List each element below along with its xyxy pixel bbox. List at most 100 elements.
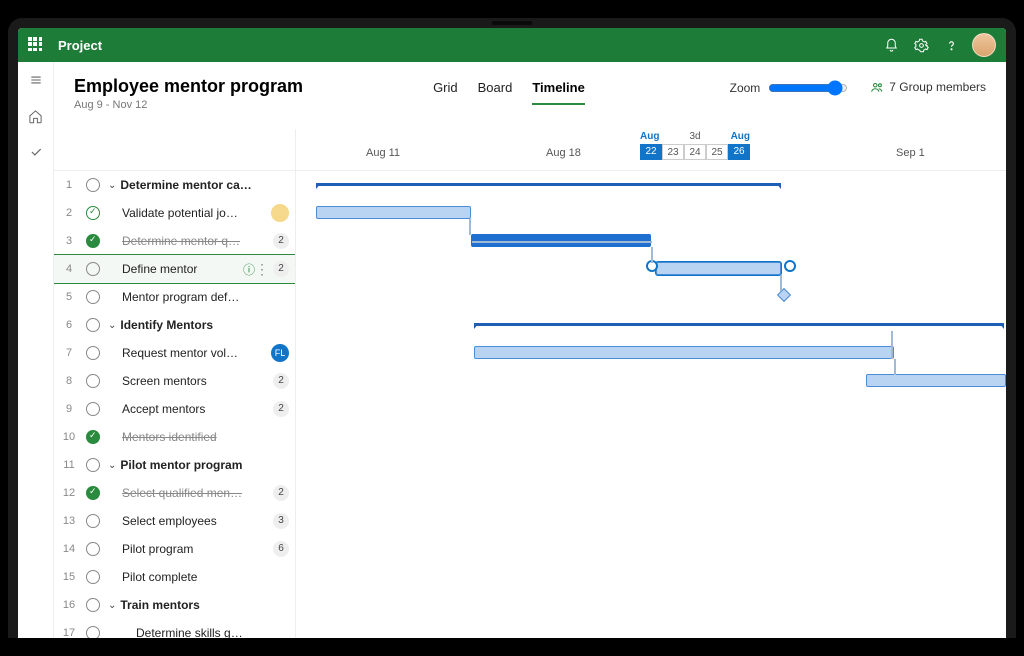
task-status-circle[interactable]	[86, 598, 100, 612]
chevron-down-icon[interactable]: ⌄	[108, 600, 116, 611]
task-row[interactable]: 7Request mentor vol…FL	[54, 339, 295, 367]
task-row[interactable]: 14 Pilot program6	[54, 535, 295, 563]
task-row[interactable]: 16 ⌄ Train mentors	[54, 591, 295, 619]
task-status-circle[interactable]	[86, 626, 100, 638]
task-row[interactable]: 6 ⌄ Identify Mentors	[54, 311, 295, 339]
home-icon[interactable]	[24, 104, 48, 128]
task-status-circle[interactable]	[86, 290, 100, 304]
row-number: 6	[60, 319, 78, 331]
task-name: Determine skills g…	[136, 626, 289, 638]
assignee-avatar[interactable]	[271, 204, 289, 222]
chevron-down-icon[interactable]: ⌄	[108, 180, 116, 191]
task-status-circle[interactable]	[86, 262, 100, 276]
task-row[interactable]: 15Pilot complete	[54, 563, 295, 591]
gear-icon[interactable]	[906, 30, 936, 60]
help-icon[interactable]	[936, 30, 966, 60]
gantt-bar[interactable]	[474, 323, 1004, 326]
count-badge: 3	[273, 513, 289, 529]
task-name: Mentor program def…	[122, 290, 289, 304]
task-status-circle[interactable]	[86, 346, 100, 360]
task-row[interactable]: 9Accept mentors2	[54, 395, 295, 423]
task-status-circle[interactable]	[86, 570, 100, 584]
task-name: Identify Mentors	[120, 318, 289, 332]
assignee-avatar[interactable]: FL	[271, 344, 289, 362]
bell-icon[interactable]	[876, 30, 906, 60]
task-row[interactable]: 5 Mentor program def…	[54, 283, 295, 311]
task-status-circle[interactable]	[86, 402, 100, 416]
row-number: 4	[60, 263, 78, 275]
task-row[interactable]: 8 Screen mentors2	[54, 367, 295, 395]
chevron-down-icon[interactable]: ⌄	[108, 320, 116, 331]
gantt-bar[interactable]	[316, 183, 781, 186]
date-aug18: Aug 18	[546, 147, 581, 159]
task-name: Determine mentor q…	[122, 234, 273, 248]
task-name: Pilot program	[122, 542, 273, 556]
chevron-down-icon[interactable]: ⌄	[108, 460, 116, 471]
task-row[interactable]: 13Select employees3	[54, 507, 295, 535]
more-icon[interactable]: ⋮	[255, 261, 269, 278]
task-row[interactable]: 4Define mentorⓘ⋮2	[54, 255, 295, 283]
task-status-circle[interactable]	[86, 430, 100, 444]
tab-timeline[interactable]: Timeline	[532, 80, 585, 105]
check-icon[interactable]	[24, 140, 48, 164]
gantt-bar[interactable]	[866, 374, 1006, 387]
task-status-circle[interactable]	[86, 206, 100, 220]
task-row[interactable]: 3 Determine mentor q…2	[54, 227, 295, 255]
task-status-circle[interactable]	[86, 458, 100, 472]
row-number: 8	[60, 375, 78, 387]
tab-board[interactable]: Board	[478, 80, 513, 105]
task-list: 1⌄Determine mentor ca…2Validate potentia…	[54, 171, 296, 638]
task-row[interactable]: 10 Mentors identified	[54, 423, 295, 451]
row-number: 2	[60, 207, 78, 219]
row-number: 16	[60, 599, 78, 611]
app-launcher-icon[interactable]	[28, 37, 44, 53]
date-range: Aug 9 - Nov 12	[74, 99, 303, 111]
row-number: 3	[60, 235, 78, 247]
date-sep1: Sep 1	[896, 147, 925, 159]
count-badge: 2	[273, 261, 289, 277]
task-name: Screen mentors	[122, 374, 273, 388]
group-members[interactable]: 7 Group members	[870, 80, 986, 94]
gantt-bar[interactable]	[474, 346, 894, 359]
row-number: 14	[60, 543, 78, 555]
task-name: Mentors identified	[122, 430, 289, 444]
gantt-bar[interactable]	[316, 206, 471, 219]
task-row[interactable]: 2 Validate potential jo…	[54, 199, 295, 227]
task-status-circle[interactable]	[86, 514, 100, 528]
menu-icon[interactable]	[24, 68, 48, 92]
count-badge: 2	[273, 233, 289, 249]
gantt-chart[interactable]	[296, 171, 1006, 638]
task-name: Validate potential jo…	[122, 206, 271, 220]
view-tabs: Grid Board Timeline	[433, 80, 585, 105]
row-number: 5	[60, 291, 78, 303]
task-status-circle[interactable]	[86, 234, 100, 248]
task-name: Request mentor vol…	[122, 346, 271, 360]
count-badge: 2	[273, 373, 289, 389]
row-number: 10	[60, 431, 78, 443]
zoom-slider[interactable]	[768, 80, 848, 96]
count-badge: 6	[273, 541, 289, 557]
row-number: 15	[60, 571, 78, 583]
task-row[interactable]: 12Select qualified men…2	[54, 479, 295, 507]
task-status-circle[interactable]	[86, 318, 100, 332]
date-range-selector[interactable]: Aug 3d Aug 22 23 24 25 26	[640, 131, 750, 160]
task-status-circle[interactable]	[86, 178, 100, 192]
task-name: Select qualified men…	[122, 486, 273, 500]
task-name: Determine mentor ca…	[120, 178, 289, 192]
info-icon[interactable]: ⓘ	[243, 261, 255, 278]
gantt-bar-selected[interactable]	[656, 262, 781, 275]
tab-grid[interactable]: Grid	[433, 80, 458, 105]
task-name: Pilot mentor program	[120, 458, 289, 472]
page-title: Employee mentor program	[74, 76, 303, 97]
task-status-circle[interactable]	[86, 542, 100, 556]
gantt-handle[interactable]	[784, 260, 796, 272]
task-status-circle[interactable]	[86, 486, 100, 500]
task-name: Train mentors	[120, 598, 289, 612]
task-row[interactable]: 1⌄Determine mentor ca…	[54, 171, 295, 199]
left-rail	[18, 62, 54, 638]
task-row[interactable]: 17Determine skills g…	[54, 619, 295, 638]
task-row[interactable]: 11⌄Pilot mentor program	[54, 451, 295, 479]
task-status-circle[interactable]	[86, 374, 100, 388]
user-avatar[interactable]	[972, 33, 996, 57]
titlebar: Project	[18, 28, 1006, 62]
